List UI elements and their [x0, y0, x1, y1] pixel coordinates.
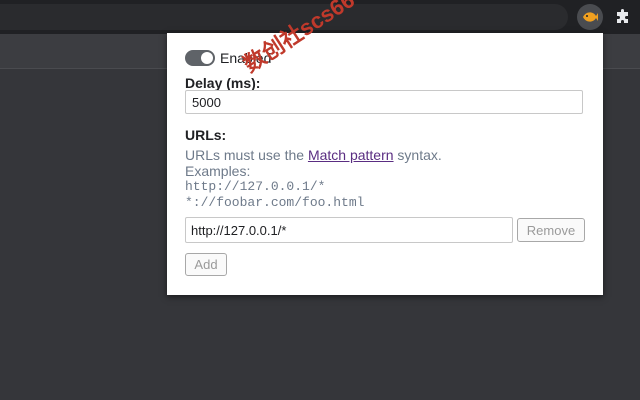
extension-button[interactable] — [577, 4, 603, 30]
example-url-2: *://foobar.com/foo.html — [185, 195, 365, 210]
match-pattern-link[interactable]: Match pattern — [308, 147, 394, 163]
delay-heading: Delay (ms): — [185, 75, 261, 91]
example-url-1: http://127.0.0.1/* — [185, 179, 326, 194]
extensions-menu-button[interactable] — [610, 4, 636, 30]
help-suffix: syntax. — [393, 147, 442, 163]
extension-popup: Enabled Delay (ms): URLs: URLs must use … — [167, 33, 603, 295]
urls-help-text: URLs must use the Match pattern syntax. — [185, 147, 442, 163]
urls-heading: URLs: — [185, 127, 227, 143]
url-pattern-input[interactable] — [185, 217, 513, 243]
toggle-knob — [201, 52, 213, 64]
delay-input[interactable] — [185, 90, 583, 114]
help-prefix: URLs must use the — [185, 147, 308, 163]
examples-label: Examples: — [185, 163, 251, 179]
puzzle-piece-icon — [617, 9, 628, 23]
fish-extension-icon — [583, 12, 598, 22]
enabled-toggle[interactable] — [185, 50, 215, 66]
add-button[interactable]: Add — [185, 253, 227, 276]
remove-button[interactable]: Remove — [517, 218, 585, 242]
